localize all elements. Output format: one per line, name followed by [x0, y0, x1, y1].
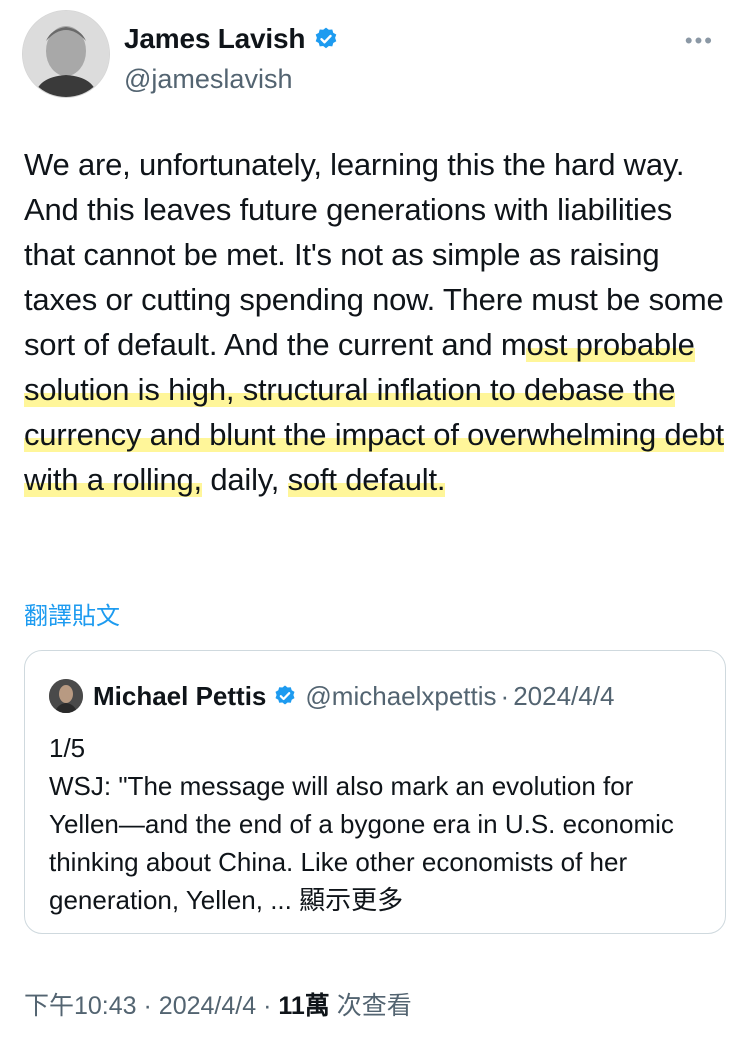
- tweet-text-part: daily,: [201, 462, 288, 497]
- tweet-text: We are, unfortunately, learning this the…: [24, 142, 724, 502]
- author-avatar[interactable]: [22, 10, 110, 98]
- tweet-meta: 下午10:43 · 2024/4/4 · 11萬 次查看: [24, 986, 412, 1022]
- author-name[interactable]: James Lavish: [124, 23, 305, 55]
- quoted-author-avatar[interactable]: [49, 679, 83, 713]
- show-more-link[interactable]: 顯示更多: [299, 885, 403, 915]
- verified-badge-icon: [315, 27, 337, 49]
- quoted-tweet-text: 1/5 WSJ: "The message will also mark an …: [49, 729, 709, 919]
- author-handle[interactable]: @jameslavish: [124, 64, 292, 95]
- views-label: 次查看: [336, 992, 412, 1020]
- more-dots-icon[interactable]: •••: [685, 28, 714, 54]
- views-count: 11萬: [278, 992, 330, 1020]
- highlighted-text: soft default.: [287, 462, 446, 497]
- tweet-header: James Lavish @jameslavish •••: [22, 10, 722, 102]
- quoted-author-name[interactable]: Michael Pettis: [93, 681, 266, 712]
- separator-dot: ·: [500, 680, 510, 711]
- translate-post-link[interactable]: 翻譯貼文: [24, 596, 120, 631]
- quoted-date[interactable]: 2024/4/4: [513, 681, 614, 712]
- separator-dot: ·: [263, 992, 272, 1020]
- post-date[interactable]: 2024/4/4: [159, 992, 256, 1020]
- quoted-tweet-card[interactable]: Michael Pettis @michaelxpettis · 2024/4/…: [24, 650, 726, 934]
- quoted-author-handle[interactable]: @michaelxpettis: [305, 681, 496, 712]
- separator-dot: ·: [143, 992, 152, 1020]
- verified-badge-icon: [275, 685, 295, 705]
- post-time[interactable]: 下午10:43: [24, 992, 137, 1020]
- quoted-thread-index: 1/5: [49, 733, 86, 763]
